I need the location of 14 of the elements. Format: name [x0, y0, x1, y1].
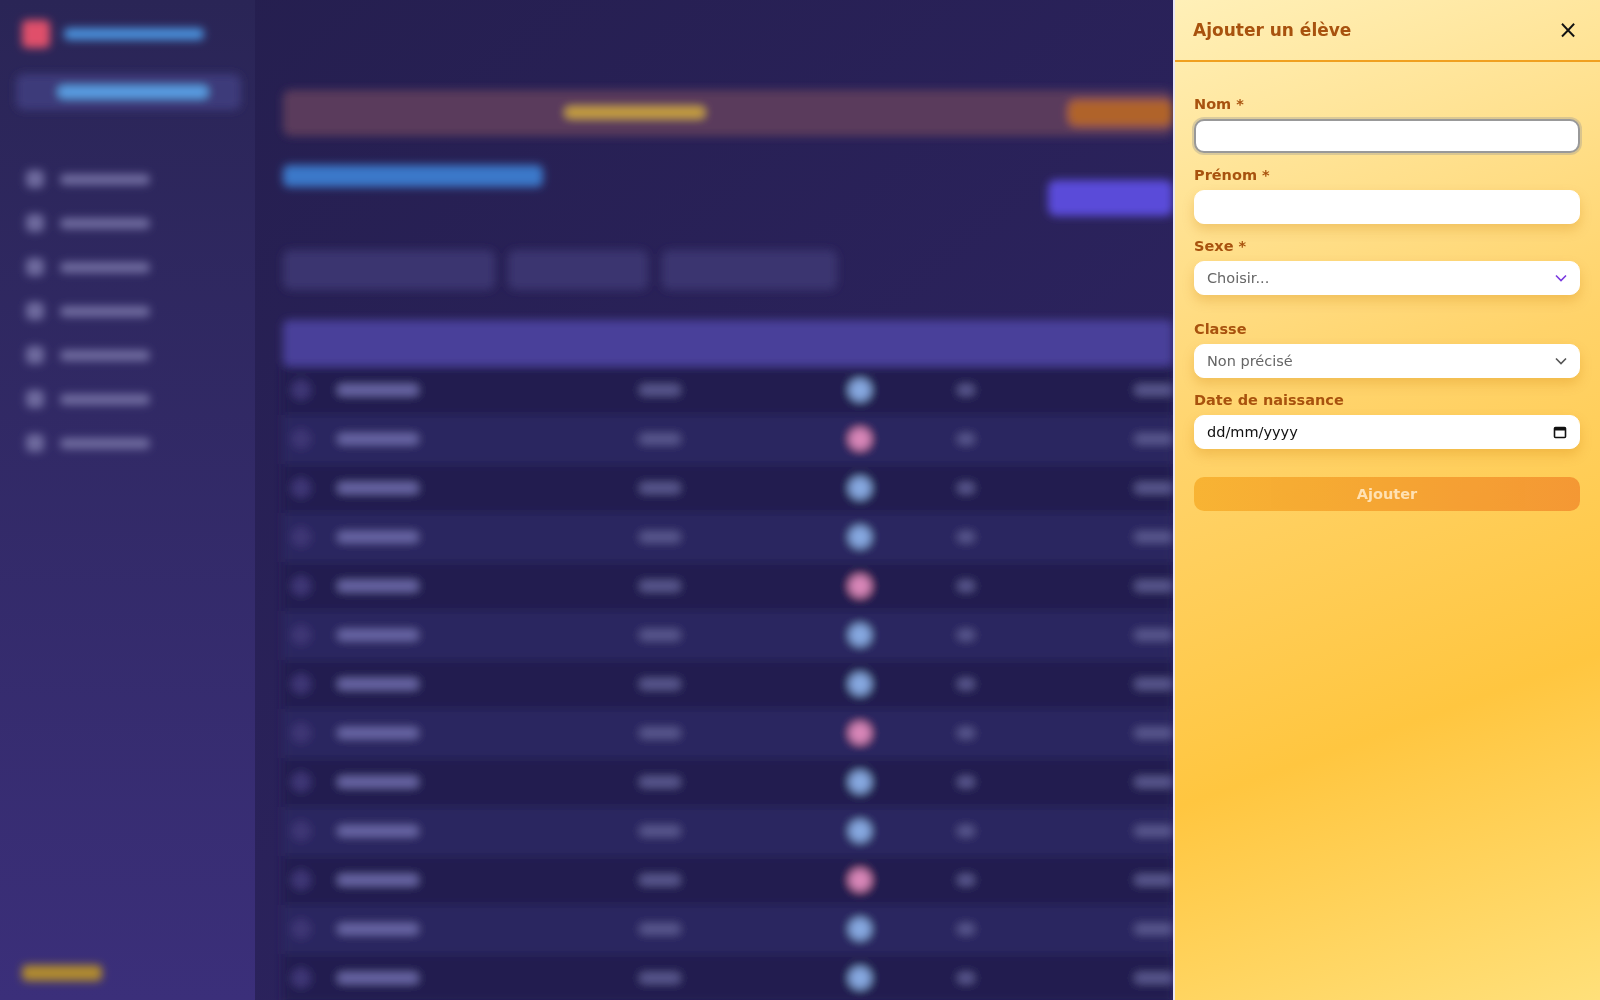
- calendar-icon: [1553, 425, 1567, 439]
- input-field[interactable]: [1194, 119, 1580, 153]
- close-button[interactable]: ×: [1553, 18, 1582, 42]
- chevron-down-icon: [1555, 274, 1567, 282]
- chevron-down-icon: [1555, 357, 1567, 365]
- date-field[interactable]: dd/mm/yyyy: [1194, 415, 1580, 449]
- panel-title: Ajouter un élève: [1193, 20, 1352, 40]
- select-field[interactable]: Non précisé: [1194, 344, 1580, 378]
- field-label: Sexe *: [1194, 238, 1248, 254]
- field-label: Classe: [1194, 321, 1248, 337]
- field-label: Prénom *: [1194, 167, 1271, 183]
- select-field[interactable]: Choisir...: [1194, 261, 1580, 295]
- field-label: Date de naissance: [1194, 392, 1345, 408]
- field-label: Nom *: [1194, 96, 1245, 112]
